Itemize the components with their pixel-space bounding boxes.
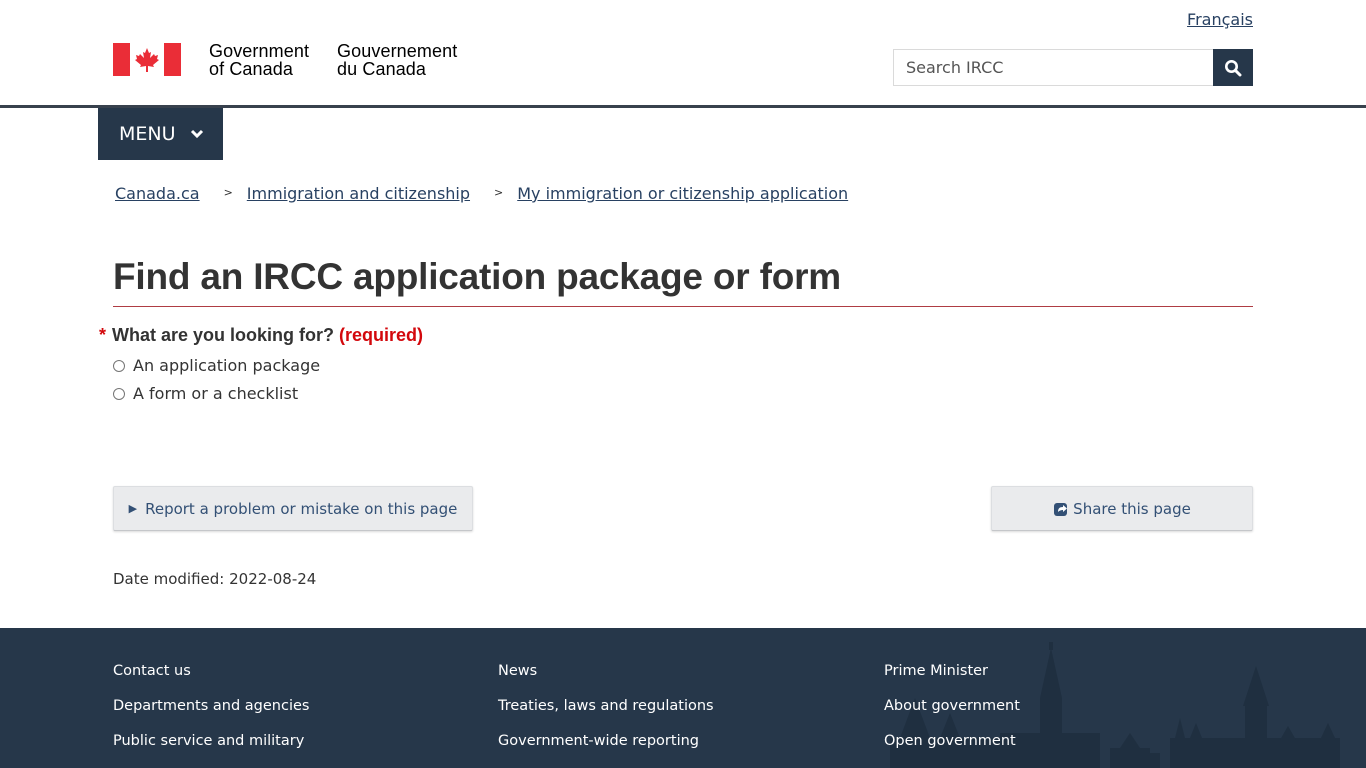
footer-link-open-government[interactable]: Open government xyxy=(884,733,1016,749)
breadcrumb-item-immigration[interactable]: Immigration and citizenship xyxy=(247,184,470,203)
share-page-button[interactable]: Share this page xyxy=(991,486,1253,531)
wordmark-fr-line2: du Canada xyxy=(337,59,427,79)
footer-link-departments[interactable]: Departments and agencies xyxy=(113,698,309,714)
breadcrumb-item-canada[interactable]: Canada.ca xyxy=(115,184,200,203)
menu-button[interactable]: MENU xyxy=(98,108,223,160)
required-text: (required) xyxy=(339,325,424,345)
footer-link-reporting[interactable]: Government-wide reporting xyxy=(498,733,699,749)
wordmark-french: Gouvernement du Canada xyxy=(337,42,457,78)
canada-flag-icon xyxy=(113,43,181,76)
wordmark-en-line1: Government xyxy=(209,41,310,61)
expand-triangle-icon: ▶ xyxy=(128,502,138,515)
required-marker: * xyxy=(99,325,107,345)
search-input[interactable]: Search IRCC xyxy=(893,49,1213,86)
date-modified-value: 2022-08-24 xyxy=(229,570,317,588)
breadcrumb-separator: > xyxy=(494,186,504,199)
share-page-label: Share this page xyxy=(1073,499,1191,518)
site-footer: Contact us Departments and agencies Publ… xyxy=(0,628,1366,768)
search-form: Search IRCC xyxy=(893,49,1253,86)
footer-link-prime-minister[interactable]: Prime Minister xyxy=(884,663,988,679)
share-icon xyxy=(1053,501,1069,517)
page-title: Find an IRCC application package or form xyxy=(113,256,841,297)
radio-option-application-package[interactable]: An application package xyxy=(113,356,320,375)
breadcrumb-separator: > xyxy=(223,186,233,199)
language-toggle-link[interactable]: Français xyxy=(1187,10,1253,29)
government-of-canada-signature[interactable]: Government of Canada Gouvernement du Can… xyxy=(113,42,457,78)
footer-link-news[interactable]: News xyxy=(498,663,537,679)
breadcrumb: Canada.ca > Immigration and citizenship … xyxy=(115,184,848,203)
breadcrumb-item-my-application[interactable]: My immigration or citizenship applicatio… xyxy=(517,184,848,203)
footer-link-public-service[interactable]: Public service and military xyxy=(113,733,304,749)
report-problem-button[interactable]: ▶ Report a problem or mistake on this pa… xyxy=(113,486,473,531)
search-button[interactable] xyxy=(1213,49,1253,86)
question-text: What are you looking for? xyxy=(112,325,335,345)
question-label: * What are you looking for? (required) xyxy=(99,325,423,346)
date-modified: Date modified: 2022-08-24 xyxy=(113,570,316,588)
wordmark-fr-line1: Gouvernement xyxy=(337,41,458,61)
footer-link-about-government[interactable]: About government xyxy=(884,698,1020,714)
footer-link-treaties[interactable]: Treaties, laws and regulations xyxy=(498,698,714,714)
date-modified-label: Date modified: xyxy=(113,570,225,588)
report-problem-label: Report a problem or mistake on this page xyxy=(145,499,458,518)
site-header: Français Government of Canada Gouverneme… xyxy=(0,0,1366,106)
wordmark-en-line2: of Canada xyxy=(209,59,293,79)
radio-button[interactable] xyxy=(113,387,125,400)
title-underline xyxy=(113,306,1253,307)
radio-label: A form or a checklist xyxy=(133,384,299,403)
radio-label: An application package xyxy=(133,356,321,375)
radio-option-form-or-checklist[interactable]: A form or a checklist xyxy=(113,384,298,403)
radio-button[interactable] xyxy=(113,359,125,372)
search-icon xyxy=(1225,59,1242,76)
footer-link-contact-us[interactable]: Contact us xyxy=(113,663,191,679)
search-placeholder: Search IRCC xyxy=(906,58,1004,77)
menu-label: MENU xyxy=(119,123,176,145)
chevron-down-icon xyxy=(190,129,204,139)
wordmark-english: Government of Canada xyxy=(209,42,309,78)
